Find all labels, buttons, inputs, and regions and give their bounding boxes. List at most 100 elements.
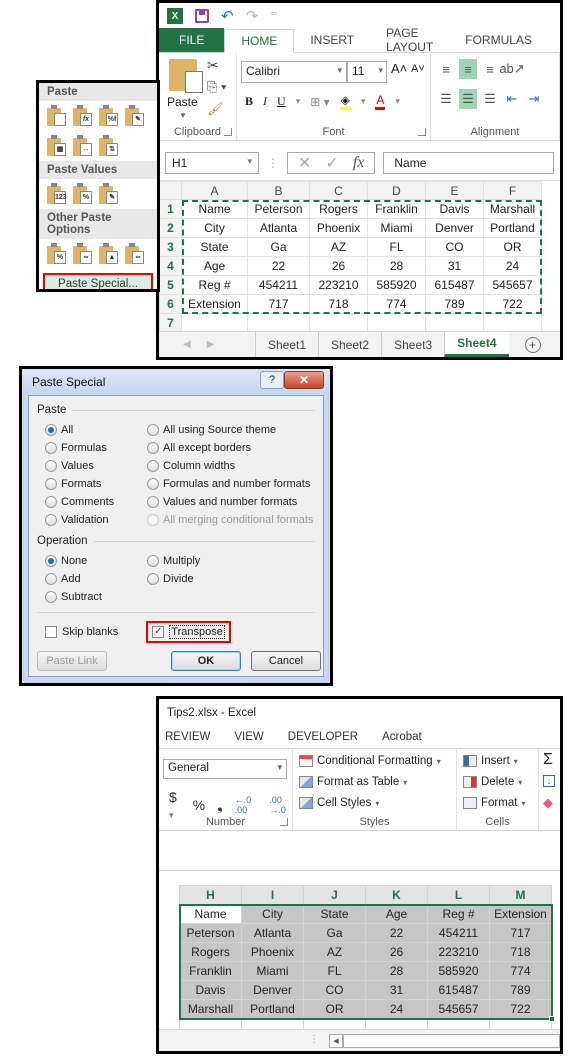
cell[interactable]: Portland (483, 218, 542, 238)
cell[interactable]: Miami (367, 218, 426, 238)
tab-review[interactable]: REVIEW (165, 731, 210, 743)
comma-icon[interactable]: ❟ (217, 797, 223, 814)
paste-special-menu-item[interactable]: Paste Special... (43, 273, 153, 289)
cell[interactable]: State (303, 904, 366, 924)
cell[interactable]: 615487 (427, 980, 490, 1000)
paste-dropdown-icon[interactable]: ▼ (179, 111, 187, 120)
help-button[interactable]: ? (260, 371, 284, 389)
bold-button[interactable]: B (245, 94, 253, 109)
paste-link-icon[interactable]: ∞ (73, 243, 93, 265)
cell[interactable]: City (181, 218, 248, 238)
cell[interactable]: Portland (241, 999, 304, 1019)
cell[interactable] (367, 313, 426, 333)
paste-option-formats[interactable]: Formats (45, 476, 147, 491)
tab-home[interactable]: HOME (224, 29, 295, 53)
top-align-icon[interactable]: ≡ (437, 59, 455, 79)
font-name-combobox[interactable]: Calibri (241, 61, 347, 83)
add-sheet-icon[interactable]: + (524, 336, 541, 353)
values-number-formatting-icon[interactable]: % (73, 183, 93, 205)
italic-button[interactable]: I (263, 94, 267, 109)
horizontal-scrollbar[interactable]: ⋮ ◀ (159, 1029, 560, 1051)
insert-function-icon[interactable]: fx (353, 154, 365, 172)
cell[interactable]: Davis (425, 199, 484, 219)
sheet-tab-sheet1[interactable]: Sheet1 (255, 332, 318, 357)
delete-button[interactable]: Delete ▾ (463, 776, 522, 788)
row-header[interactable]: 4 (159, 256, 182, 276)
operation-none[interactable]: None (45, 553, 147, 568)
font-size-combobox[interactable]: 11 (347, 61, 387, 83)
cell[interactable]: 223210 (427, 942, 490, 962)
column-header-j[interactable]: J (303, 885, 366, 905)
cell[interactable]: Marshall (483, 199, 542, 219)
column-header-b[interactable]: B (247, 181, 310, 200)
cell[interactable]: Peterson (179, 923, 242, 943)
font-color-icon[interactable]: A (375, 93, 386, 110)
paste-option-values[interactable]: Values (45, 458, 147, 473)
cell[interactable]: Ga (247, 237, 310, 257)
close-button[interactable]: ✕ (284, 371, 324, 389)
cell[interactable]: Peterson (247, 199, 310, 219)
decrease-indent-icon[interactable]: ⇤ (503, 89, 521, 109)
keep-column-widths-icon[interactable]: ↔ (73, 135, 93, 157)
cell[interactable] (425, 313, 484, 333)
cell[interactable]: Name (179, 904, 242, 924)
cell[interactable]: 789 (425, 294, 484, 314)
radio-button[interactable] (147, 554, 159, 567)
dialog-launcher-icon[interactable] (280, 818, 288, 826)
paste-option-formulas-and-number-formats[interactable]: Formulas and number formats (147, 476, 315, 491)
tab-page-layout[interactable]: PAGE LAYOUT (370, 26, 449, 54)
splitter-icon[interactable]: ⋮ (267, 156, 279, 170)
cell[interactable]: Marshall (179, 999, 242, 1019)
cell[interactable]: OR (483, 237, 542, 257)
middle-align-icon[interactable]: ≡ (459, 59, 477, 79)
paste-icon[interactable] (47, 105, 67, 127)
cell[interactable]: 223210 (309, 275, 368, 295)
autosum-icon[interactable]: Σ (543, 751, 553, 769)
cell[interactable]: 454211 (247, 275, 310, 295)
row-header[interactable]: 2 (159, 218, 182, 238)
keep-source-formatting-icon[interactable]: ✎ (125, 105, 145, 127)
scroll-left-icon[interactable]: ◀ (183, 339, 191, 350)
fill-handle[interactable] (548, 1015, 555, 1022)
column-header-h[interactable]: H (179, 885, 242, 905)
cell[interactable]: FL (367, 237, 426, 257)
paste-formulas-number-format-icon[interactable]: %f (99, 105, 119, 127)
splitter-icon[interactable]: ⋮ (309, 1034, 319, 1045)
cell[interactable]: 28 (367, 256, 426, 276)
tab-insert[interactable]: INSERT (294, 28, 370, 52)
radio-button[interactable] (147, 572, 159, 585)
row-header[interactable]: 5 (159, 275, 182, 295)
radio-button[interactable] (147, 441, 159, 454)
increase-indent-icon[interactable]: ⇥ (525, 89, 543, 109)
cell[interactable]: OR (303, 999, 366, 1019)
percent-icon[interactable]: % (193, 797, 205, 813)
underline-button[interactable]: U (277, 94, 286, 109)
radio-button[interactable] (45, 441, 57, 454)
tab-view[interactable]: VIEW (234, 731, 263, 743)
decrease-font-size-icon[interactable]: A˅ (411, 63, 425, 75)
center-icon[interactable]: ☰ (459, 89, 477, 109)
cell[interactable]: Atlanta (241, 923, 304, 943)
cell[interactable] (247, 313, 310, 333)
cell[interactable]: Miami (241, 961, 304, 981)
tab-file[interactable]: FILE (159, 28, 225, 52)
cell[interactable]: City (241, 904, 304, 924)
linked-picture-icon[interactable]: ∞ (125, 243, 145, 265)
cell[interactable]: Ga (303, 923, 366, 943)
paste-link-button[interactable]: Paste Link (37, 651, 107, 671)
font-color-dropdown-icon[interactable]: ▾ (395, 96, 400, 107)
cancel-button[interactable]: Cancel (251, 651, 321, 671)
cell[interactable]: 717 (489, 923, 552, 943)
underline-dropdown-icon[interactable]: ▾ (296, 96, 301, 107)
radio-button[interactable] (147, 423, 159, 436)
increase-font-size-icon[interactable]: A˄ (391, 61, 407, 76)
column-header-k[interactable]: K (365, 885, 428, 905)
cell[interactable]: 717 (247, 294, 310, 314)
save-icon[interactable] (195, 9, 209, 23)
fill-icon[interactable]: ↓ (543, 775, 555, 787)
cell[interactable] (483, 313, 542, 333)
cell[interactable]: Phoenix (241, 942, 304, 962)
cell[interactable]: AZ (309, 237, 368, 257)
cell[interactable]: 28 (365, 961, 428, 981)
cell[interactable]: 722 (489, 999, 552, 1019)
